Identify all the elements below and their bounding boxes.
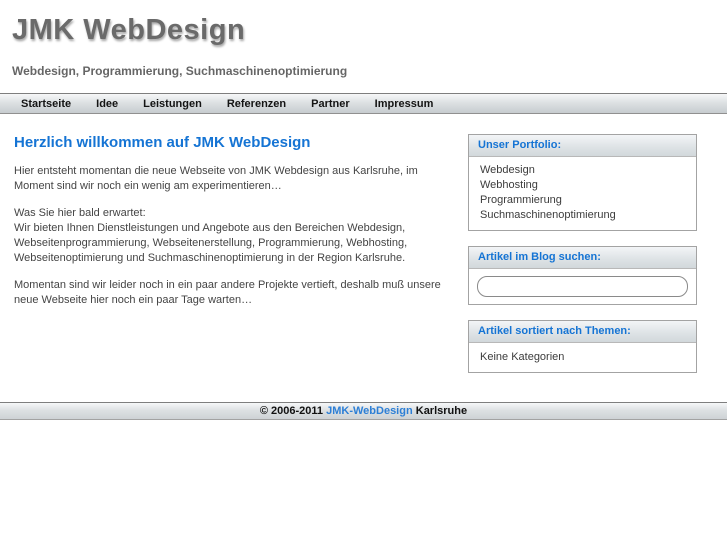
welcome-heading: Herzlich willkommen auf JMK WebDesign: [14, 134, 311, 151]
footer-site-link[interactable]: JMK-WebDesign: [326, 405, 413, 417]
copyright-prefix: © 2006-2011: [259, 405, 327, 417]
nav-item-startseite[interactable]: Startseite: [21, 98, 71, 110]
portfolio-list: Webdesign Webhosting Programmierung Such…: [469, 157, 696, 230]
nav-item-referenzen[interactable]: Referenzen: [227, 98, 286, 110]
copyright-suffix: Karlsruhe: [412, 405, 468, 417]
main-nav: Startseite Idee Leistungen Referenzen Pa…: [0, 93, 727, 114]
portfolio-item-programmierung: Programmierung: [480, 194, 562, 206]
main-content: Herzlich willkommen auf JMK WebDesign Hi…: [14, 134, 468, 388]
intro-paragraph: Hier entsteht momentan die neue Webseite…: [14, 165, 418, 192]
portfolio-item-suchmaschinenoptimierung: Suchmaschinenoptimierung: [480, 209, 616, 221]
nav-item-impressum[interactable]: Impressum: [375, 98, 434, 110]
site-tagline: Webdesign, Programmierung, Suchmaschinen…: [12, 64, 348, 78]
portfolio-item-webdesign: Webdesign: [480, 164, 535, 176]
categories-empty-label: Keine Kategorien: [480, 351, 565, 363]
site-header: JMK WebDesign Webdesign, Programmierung,…: [0, 0, 727, 78]
portfolio-box-title: Unser Portfolio:: [469, 135, 696, 157]
blog-search-box-title: Artikel im Blog suchen:: [469, 247, 696, 269]
blog-search-body: [469, 269, 696, 304]
categories-box: Artikel sortiert nach Themen: Keine Kate…: [468, 320, 697, 373]
nav-item-partner[interactable]: Partner: [311, 98, 350, 110]
content-wrap: Herzlich willkommen auf JMK WebDesign Hi…: [0, 114, 727, 388]
expect-label: Was Sie hier bald erwartet:: [14, 207, 146, 219]
services-text: Wir bieten Ihnen Dienstleistungen und An…: [14, 222, 408, 264]
footer: © 2006-2011 JMK-WebDesign Karlsruhe: [0, 402, 727, 420]
portfolio-item-webhosting: Webhosting: [480, 179, 538, 191]
outro-paragraph: Momentan sind wir leider noch in ein paa…: [14, 279, 441, 306]
site-title: JMK WebDesign: [12, 14, 246, 46]
page: JMK WebDesign Webdesign, Programmierung,…: [0, 0, 727, 420]
blog-search-box: Artikel im Blog suchen:: [468, 246, 697, 305]
nav-item-leistungen[interactable]: Leistungen: [143, 98, 202, 110]
services-paragraph: Was Sie hier bald erwartet: Wir bieten I…: [14, 206, 454, 266]
portfolio-box: Unser Portfolio: Webdesign Webhosting Pr…: [468, 134, 697, 231]
sidebar: Unser Portfolio: Webdesign Webhosting Pr…: [468, 134, 697, 388]
categories-box-title: Artikel sortiert nach Themen:: [469, 321, 696, 343]
blog-search-input[interactable]: [477, 276, 688, 297]
nav-item-idee[interactable]: Idee: [96, 98, 118, 110]
